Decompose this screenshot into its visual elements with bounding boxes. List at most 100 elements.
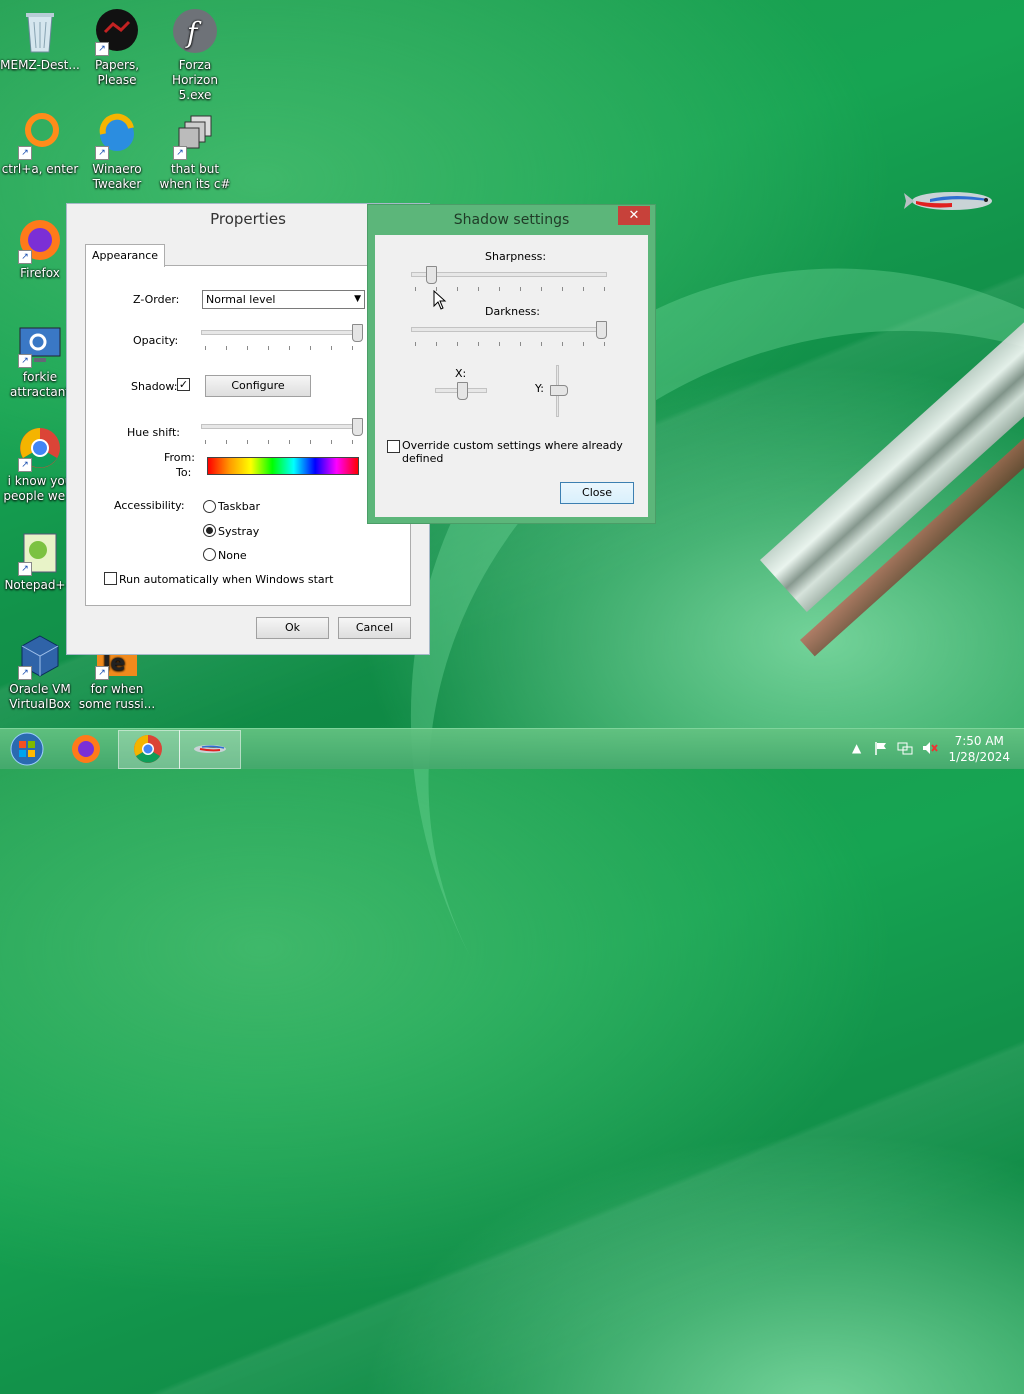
shortcut-arrow-icon: ↗ [18, 354, 32, 368]
zorder-value: Normal level [206, 293, 276, 306]
zorder-select[interactable]: Normal level ▼ [202, 290, 365, 309]
volume-muted-icon[interactable] [921, 740, 939, 756]
darkness-slider-thumb[interactable] [596, 321, 607, 339]
desktop-icon-label: ctrl+a, enter [1, 162, 79, 176]
shortcut-arrow-icon: ↗ [95, 42, 109, 56]
clock-date: 1/28/2024 [948, 750, 1010, 764]
shadow-settings-body: Sharpness: Darkness: X: Y: Override cust… [375, 235, 648, 517]
desktop-icon-label: MEMZ-Dest... [0, 58, 80, 72]
shortcut-arrow-icon: ↗ [95, 666, 109, 680]
chevron-down-icon: ▼ [354, 294, 361, 304]
ok-button[interactable]: Ok [256, 617, 329, 639]
desktop-icon-winaero[interactable]: ↗ Winaero Tweaker [77, 112, 157, 192]
windows-logo-icon [10, 732, 44, 766]
override-checkbox[interactable] [387, 440, 400, 453]
darkness-label: Darkness: [485, 305, 541, 318]
shortcut-arrow-icon: ↗ [18, 146, 32, 160]
tab-appearance[interactable]: Appearance [85, 244, 165, 267]
desktop-icon-label: Papers, Please [94, 58, 140, 87]
taskbar-clock[interactable]: 7:50 AM 1/28/2024 [948, 733, 1010, 765]
shadow-checkbox[interactable]: ✓ [177, 378, 190, 391]
chrome-icon: ↗ [16, 424, 64, 472]
desktop-icon-forza[interactable]: f Forza Horizon 5.exe [155, 8, 235, 103]
shortcut-arrow-icon: ↗ [95, 146, 109, 160]
opacity-ticks [205, 346, 361, 350]
chrome-icon [134, 735, 162, 763]
desktop-icon-label: Forza Horizon 5.exe [172, 58, 218, 102]
y-label: Y: [535, 382, 544, 395]
action-center-flag-icon[interactable] [873, 740, 889, 756]
desktop-icon-label: that but when its c# [159, 162, 231, 191]
radio-taskbar[interactable] [203, 500, 216, 513]
radio-none[interactable] [203, 548, 216, 561]
flash-icon: f [171, 8, 219, 56]
autorun-checkbox[interactable] [104, 572, 117, 585]
opacity-slider-thumb[interactable] [352, 324, 363, 342]
desktop-icon-ctrl-a[interactable]: ↗ ctrl+a, enter [0, 112, 80, 177]
fish-icon [194, 745, 226, 753]
desktop-icon-label: for when some russi... [78, 682, 156, 711]
virtualbox-icon: ↗ [16, 632, 64, 680]
desktop-icon-memz[interactable]: MEMZ-Dest... [0, 8, 80, 73]
close-button[interactable]: Close [560, 482, 634, 504]
desktop-icon-label: Oracle VM VirtualBox [9, 682, 71, 711]
darkness-ticks [415, 342, 605, 346]
to-label: To: [176, 466, 192, 479]
sharpness-label: Sharpness: [485, 250, 547, 263]
taskbar: ▲ 7:50 AM 1/28/2024 [0, 728, 1024, 769]
sharpness-slider-track [411, 272, 607, 277]
hue-slider-thumb[interactable] [352, 418, 363, 436]
x-label: X: [455, 367, 467, 380]
autorun-label: Run automatically when Windows start [119, 573, 334, 586]
hue-ticks [205, 440, 361, 444]
override-label: Override custom settings where already d… [402, 439, 623, 465]
shadow-settings-title: Shadow settings [453, 212, 570, 228]
monitor-gear-icon: ↗ [16, 320, 64, 368]
fish-icon [904, 192, 992, 210]
tray-expand-icon[interactable]: ▲ [852, 741, 861, 755]
firefox-icon: ↗ [16, 216, 64, 264]
sharpness-slider-thumb[interactable] [425, 266, 437, 284]
shadow-settings-window: Shadow settings ✕ Sharpness: Darkness: X… [367, 204, 656, 524]
opacity-label: Opacity: [133, 334, 179, 347]
hue-rainbow-bar [207, 457, 359, 475]
opacity-slider-track [201, 330, 363, 335]
desktop-icon-papers-please[interactable]: ↗ Papers, Please [77, 8, 157, 88]
y-slider-thumb[interactable] [550, 385, 568, 396]
accessibility-label: Accessibility: [114, 499, 185, 512]
mouse-cursor-icon [433, 290, 447, 310]
configure-button[interactable]: Configure [205, 375, 311, 397]
shortcut-arrow-icon: ↗ [18, 666, 32, 680]
from-label: From: [164, 451, 195, 464]
cancel-button[interactable]: Cancel [338, 617, 411, 639]
taskbar-fish-app[interactable] [179, 730, 241, 769]
radio-none-label: None [218, 549, 247, 562]
hue-shift-label: Hue shift: [127, 426, 180, 439]
start-button[interactable] [0, 730, 60, 767]
notepadpp-icon: ↗ [16, 528, 64, 576]
network-icon[interactable] [897, 740, 913, 756]
hue-slider-track [201, 424, 363, 429]
desktop-icon-label: Winaero Tweaker [92, 162, 142, 191]
papers-please-icon: ↗ [93, 8, 141, 56]
x-slider-thumb[interactable] [457, 382, 468, 400]
shortcut-arrow-icon: ↗ [18, 250, 32, 264]
taskbar-firefox[interactable] [56, 730, 116, 767]
shortcut-arrow-icon: ↗ [18, 562, 32, 576]
winaero-icon: ↗ [93, 112, 141, 160]
taskbar-chrome[interactable] [118, 730, 180, 769]
radio-systray[interactable] [203, 524, 216, 537]
shortcut-arrow-icon: ↗ [173, 146, 187, 160]
shadow-label: Shadow: [131, 380, 178, 393]
shortcut-arrow-icon: ↗ [18, 458, 32, 472]
firefox-icon [72, 735, 100, 763]
close-icon[interactable]: ✕ [618, 206, 650, 225]
radio-systray-label: Systray [218, 525, 260, 538]
zorder-label: Z-Order: [133, 293, 180, 306]
desktop-icon-that-but[interactable]: ↗ that but when its c# [155, 112, 235, 192]
darkness-slider-track [411, 327, 607, 332]
radio-taskbar-label: Taskbar [218, 500, 260, 513]
clock-time: 7:50 AM [954, 734, 1004, 748]
windows-stack-icon: ↗ [171, 112, 219, 160]
ring-icon: ↗ [16, 112, 64, 160]
